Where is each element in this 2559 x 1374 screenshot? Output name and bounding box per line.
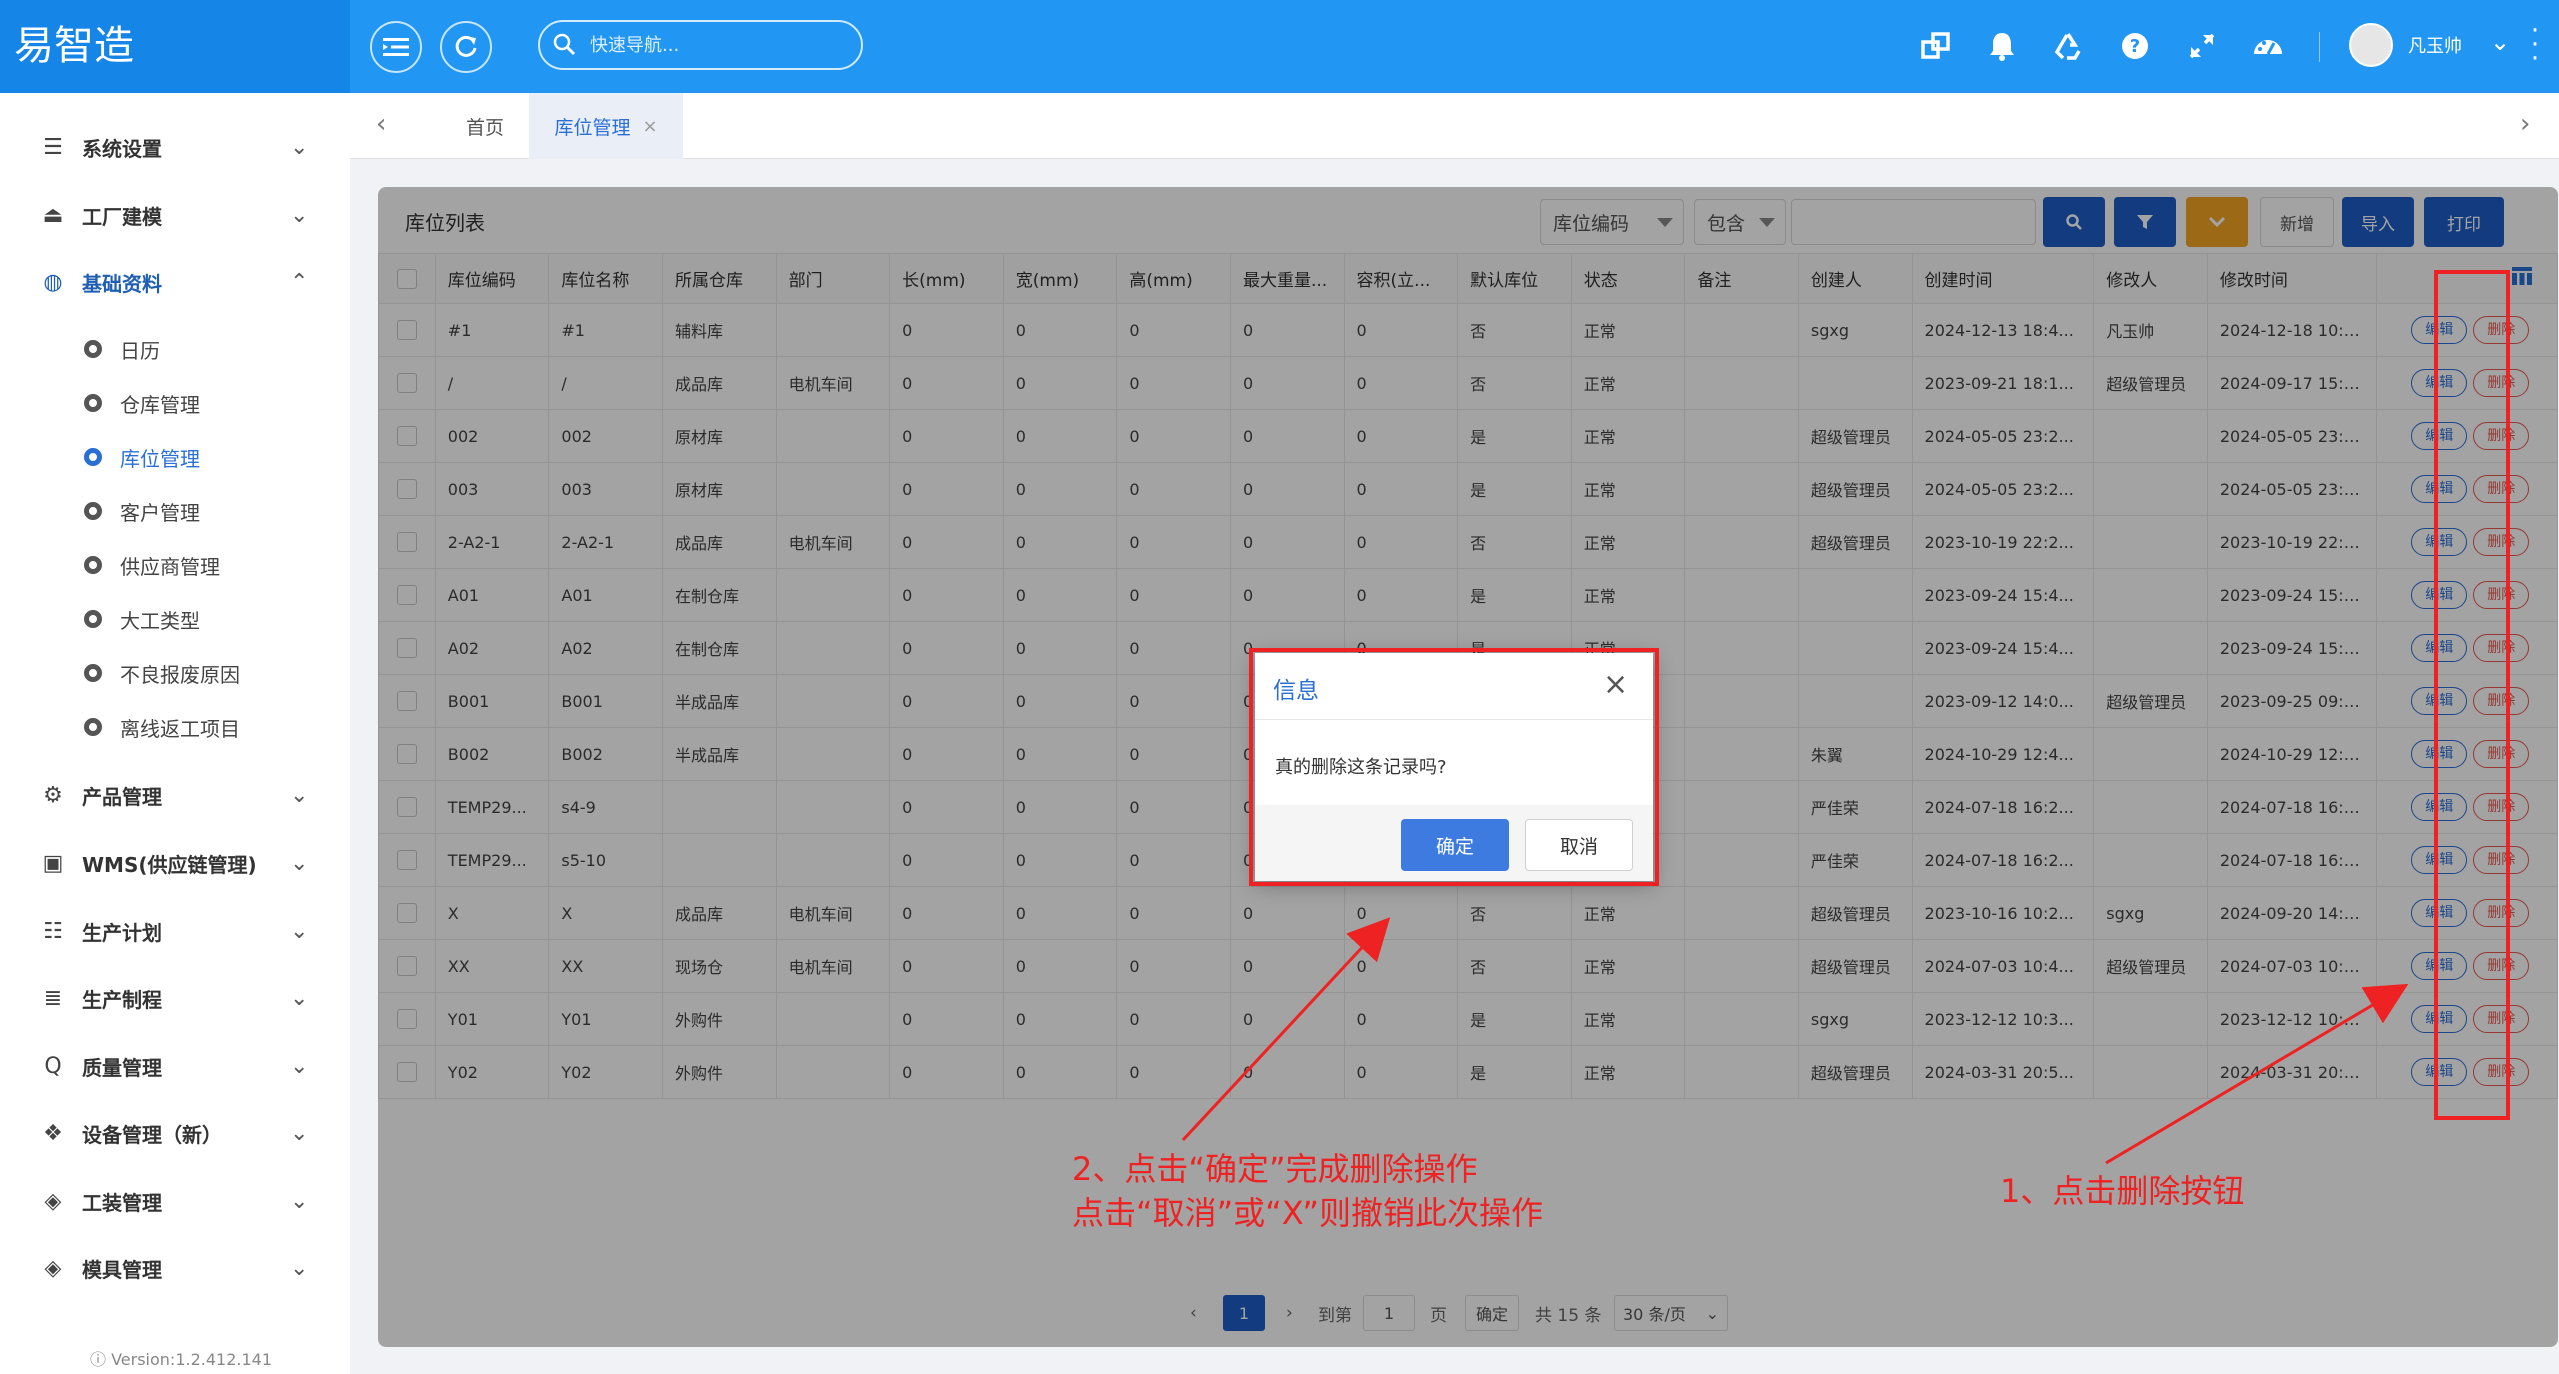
chevron-up-icon: ⌃ [290,269,309,295]
eject-icon: ⏏ [42,202,64,228]
annotation-step2-line1: 2、点击“确定”完成删除操作 [1072,1150,1478,1188]
annotation-dialog-box [1249,648,1659,886]
chevron-left-icon[interactable]: ‹ [376,109,386,139]
compass-icon: ◍ [43,269,63,295]
sidebar-subitem-warehouse[interactable]: 仓库管理 [0,379,350,427]
close-icon[interactable]: × [642,116,657,137]
cubes-icon: ❖ [43,1120,63,1146]
sliders-icon: ☷ [43,918,63,944]
window-icon[interactable] [1918,28,1954,64]
sidebar-item-basic-data[interactable]: ◍ 基础资料 ⌃ [0,252,350,312]
hamburger-icon [372,23,420,71]
sidebar-item-factory-modeling[interactable]: ⏏ 工厂建模 ⌄ [0,185,350,245]
refresh-icon [442,23,490,71]
dashboard-icon[interactable] [2250,28,2286,64]
avatar[interactable] [2349,23,2393,67]
more-icon[interactable]: · · · [2527,18,2543,72]
sidebar-subitem-defect-reason[interactable]: 不良报废原因 [0,649,350,697]
annotation-step1: 1、点击删除按钮 [2000,1172,2245,1210]
sidebar-subitem-customer[interactable]: 客户管理 [0,487,350,535]
circle-icon [84,502,102,520]
circle-icon [84,610,102,628]
username[interactable]: 凡玉帅 [2408,32,2462,58]
sidebar-subitem-rework[interactable]: 离线返工项目 [0,703,350,751]
circle-icon [84,664,102,682]
sidebar-item-production-process[interactable]: ≣ 生产制程 ⌄ [0,968,350,1028]
menu-toggle-button[interactable] [370,21,422,73]
header-divider [2319,32,2320,62]
chevron-down-icon: ⌄ [290,918,309,944]
cube-icon: ◈ [44,1188,62,1214]
quality-icon: Q [44,1053,62,1079]
chevron-down-icon: ⌄ [290,850,309,876]
sidebar-subitem-work-type[interactable]: 大工类型 [0,595,350,643]
sidebar-item-product[interactable]: ⚙ 产品管理 ⌄ [0,765,350,825]
chevron-down-icon: ⌄ [290,202,309,228]
sidebar-item-mold[interactable]: ◈ 模具管理 ⌄ [0,1238,350,1298]
gears-icon: ⚙ [43,782,63,808]
sidebar-subitem-calendar[interactable]: 日历 [0,325,350,373]
version-label: ⓘ Version:1.2.412.141 [90,1350,273,1369]
chevron-down-icon: ⌄ [290,1053,309,1079]
sidebar-item-quality[interactable]: Q 质量管理 ⌄ [0,1036,350,1096]
search-icon [552,32,576,56]
tab-home[interactable]: 首页 [430,93,540,159]
circle-icon [84,556,102,574]
stack-icon: ≣ [43,985,63,1011]
circle-icon [84,448,102,466]
expand-icon[interactable] [2184,28,2220,64]
chevron-down-icon: ⌄ [290,1188,309,1214]
bell-icon[interactable] [1984,28,2020,64]
search-input[interactable] [590,30,840,60]
tab-location-management[interactable]: 库位管理 × [529,93,683,159]
chevron-down-icon: ⌄ [290,985,309,1011]
annotation-step2-line2: 点击“取消”或“X”则撤销此次操作 [1072,1194,1543,1232]
sidebar-item-equipment[interactable]: ❖ 设备管理（新） ⌄ [0,1103,350,1163]
chevron-down-icon: ⌄ [290,782,309,808]
help-icon[interactable]: ? [2117,28,2153,64]
chevron-right-icon[interactable]: › [2520,109,2530,139]
quick-nav-search[interactable] [538,20,863,70]
sidebar-item-tooling[interactable]: ◈ 工装管理 ⌄ [0,1171,350,1231]
chevron-down-icon: ⌄ [290,1120,309,1146]
annotation-delete-column-box [2434,270,2510,1120]
refresh-button[interactable] [440,21,492,73]
sidebar: ☰ 系统设置 ⌄ ⏏ 工厂建模 ⌄ ◍ 基础资料 ⌃ 日历 仓库管理 库位管理 … [0,93,350,1374]
chevron-down-icon: ⌄ [290,1255,309,1281]
sidebar-item-system-settings[interactable]: ☰ 系统设置 ⌄ [0,117,350,177]
circle-icon [84,718,102,736]
sidebar-item-production-plan[interactable]: ☷ 生产计划 ⌄ [0,901,350,961]
chevron-down-icon: ⌄ [290,134,309,160]
circle-icon [84,340,102,358]
svg-text:?: ? [2130,36,2140,57]
tabs-bar: ‹ 首页 库位管理 × › [350,93,2559,159]
monitor-icon: ▣ [42,850,64,876]
recycle-icon[interactable] [2050,28,2086,64]
sidebar-subitem-supplier[interactable]: 供应商管理 [0,541,350,589]
sidebar-item-wms[interactable]: ▣ WMS(供应链管理) ⌄ [0,833,350,893]
chevron-down-icon[interactable]: ⌄ [2490,28,2510,56]
sidebar-subitem-location[interactable]: 库位管理 [0,433,350,481]
circle-icon [84,394,102,412]
app-logo: 易智造 [0,0,350,93]
list-icon: ☰ [43,134,63,160]
top-bar: ? 凡玉帅 ⌄ ··· [350,0,2559,93]
cube-icon: ◈ [44,1255,62,1281]
